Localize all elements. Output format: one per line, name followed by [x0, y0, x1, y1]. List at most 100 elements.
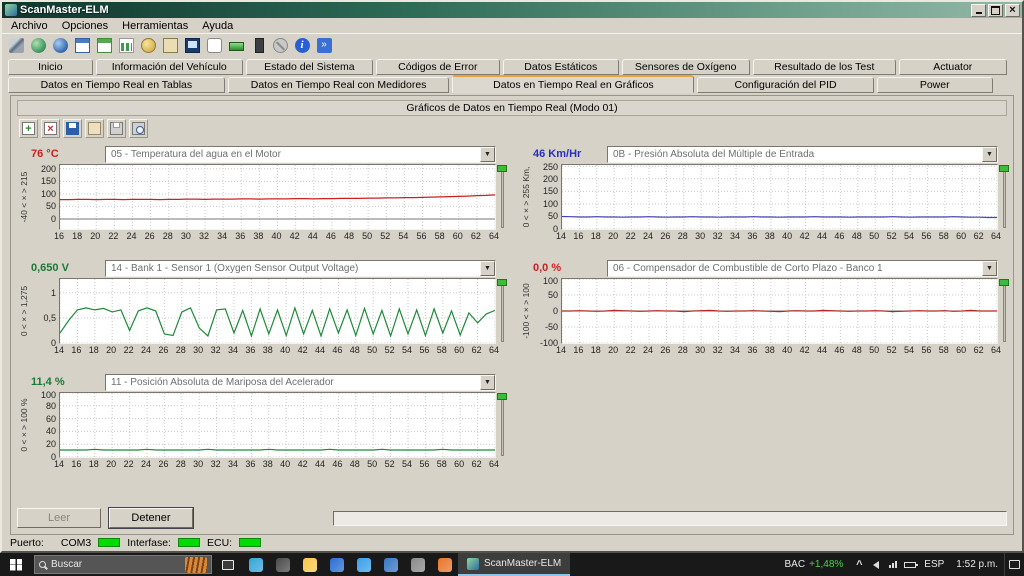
pid-selector[interactable]: 11 - Posición Absoluta de Mariposa del A…	[105, 373, 496, 391]
terminal-icon[interactable]	[182, 35, 202, 55]
pid-selector[interactable]: 06 - Compensador de Combustible de Corto…	[607, 259, 998, 277]
tab-power[interactable]: Power	[876, 77, 993, 93]
media-icon[interactable]	[431, 557, 458, 572]
slider-thumb[interactable]	[999, 279, 1009, 286]
zoom-slider[interactable]	[998, 164, 1011, 230]
device-icon[interactable]	[248, 35, 268, 55]
chevron-down-icon[interactable]	[480, 374, 495, 390]
tab-resultado-test[interactable]: Resultado de los Test	[752, 59, 896, 75]
chart-body: 0 < × > 100 % 0 20 40 60 80 100	[17, 390, 509, 462]
settings-icon[interactable]	[404, 557, 431, 572]
zoom-slider[interactable]	[496, 278, 509, 344]
zoom-slider[interactable]	[998, 278, 1011, 344]
menu-herramientas[interactable]: Herramientas	[115, 20, 195, 32]
mail-icon[interactable]	[350, 557, 377, 572]
axis-range-label: 0 < × > 100 %	[18, 398, 29, 452]
store-icon[interactable]	[323, 557, 350, 572]
menu-archivo[interactable]: Archivo	[4, 20, 55, 32]
photos-icon[interactable]	[377, 557, 404, 572]
edge-icon[interactable]	[242, 557, 269, 572]
widgets-icon[interactable]	[269, 557, 296, 572]
tab-informacion-vehiculo[interactable]: Información del Vehículo	[95, 59, 243, 75]
x-tick-label: 14	[555, 231, 566, 241]
stock-ticker[interactable]: BAC +1,48%	[777, 553, 852, 576]
zoom-slider[interactable]	[496, 392, 509, 458]
export-icon[interactable]	[85, 119, 104, 138]
chart-add-icon[interactable]	[19, 119, 38, 138]
graph-icon[interactable]	[116, 35, 136, 55]
x-tick-label: 36	[747, 345, 758, 355]
slider-thumb[interactable]	[497, 279, 507, 286]
scanmaster-task-button[interactable]: ScanMaster-ELM	[458, 553, 571, 576]
chart-panel-1: 76 °C 05 - Temperatura del agua en el Mo…	[17, 144, 509, 242]
globe-icon[interactable]	[28, 35, 48, 55]
money-icon[interactable]	[138, 35, 158, 55]
tab-sensores-oxigeno[interactable]: Sensores de Oxígeno	[621, 59, 750, 75]
tab-tiempo-real-graficos[interactable]: Datos en Tiempo Real en Gráficos	[452, 75, 695, 93]
chevron-down-icon[interactable]	[480, 260, 495, 276]
x-tick-label: 18	[88, 345, 99, 355]
port-led	[98, 538, 121, 547]
tab-tiempo-real-medidores[interactable]: Datos en Tiempo Real con Medidores	[227, 77, 450, 93]
search-input[interactable]: Buscar	[34, 555, 212, 574]
table-icon[interactable]	[72, 35, 92, 55]
x-tick-label: 52	[886, 345, 897, 355]
read-button[interactable]: Leer	[17, 508, 101, 528]
chat-icon[interactable]	[204, 35, 224, 55]
chart-panel-5: 11,4 % 11 - Posición Absoluta de Maripos…	[17, 372, 509, 470]
preview-icon[interactable]	[129, 119, 148, 138]
pid-selector[interactable]: 05 - Temperatura del agua en el Motor	[105, 145, 496, 163]
hidden-icons-caret[interactable]	[851, 553, 867, 576]
tab-inicio[interactable]: Inicio	[8, 59, 93, 75]
chevron-down-icon[interactable]	[982, 146, 997, 162]
minimize-button[interactable]	[971, 3, 986, 17]
tab-datos-estaticos[interactable]: Datos Estáticos	[502, 59, 619, 75]
connect-icon[interactable]	[50, 35, 70, 55]
info-icon[interactable]	[292, 35, 312, 55]
battery-icon[interactable]	[226, 35, 246, 55]
x-tick-label: 62	[470, 231, 481, 241]
x-tick-label: 50	[367, 345, 378, 355]
taskbar-clock[interactable]: 1:52 p.m.	[950, 553, 1004, 576]
network-icon[interactable]	[884, 553, 901, 576]
tab-codigos-error[interactable]: Códigos de Error	[375, 59, 500, 75]
chart-del-icon[interactable]	[41, 119, 60, 138]
x-tick-label: 48	[851, 231, 862, 241]
tab-estado-sistema[interactable]: Estado del Sistema	[245, 59, 373, 75]
x-tick-label: 50	[869, 231, 880, 241]
slider-thumb[interactable]	[999, 165, 1009, 172]
volume-icon[interactable]	[867, 553, 884, 576]
slider-thumb[interactable]	[497, 165, 507, 172]
chart-toolbar	[19, 119, 1013, 138]
x-tick-label: 38	[764, 345, 775, 355]
tab-tiempo-real-tablas[interactable]: Datos en Tiempo Real en Tablas	[8, 77, 225, 93]
start-button[interactable]	[0, 553, 32, 576]
language-indicator[interactable]: ESP	[918, 553, 950, 576]
tab-actuator[interactable]: Actuator	[898, 59, 1007, 75]
exit-icon[interactable]	[314, 35, 334, 55]
pid-selector[interactable]: 0B - Presión Absoluta del Múltiple de En…	[607, 145, 998, 163]
zoom-slider[interactable]	[496, 164, 509, 230]
menu-opciones[interactable]: Opciones	[55, 20, 115, 32]
close-button[interactable]	[1005, 3, 1020, 17]
gauges-icon[interactable]	[94, 35, 114, 55]
tools-icon[interactable]	[6, 35, 26, 55]
task-view-button[interactable]	[214, 553, 242, 576]
slider-thumb[interactable]	[497, 393, 507, 400]
search-highlight-image[interactable]	[185, 556, 207, 573]
tab-configuracion-pid[interactable]: Configuración del PID	[697, 77, 874, 93]
x-tick-label: 28	[162, 231, 173, 241]
chevron-down-icon[interactable]	[480, 146, 495, 162]
clipboard-icon[interactable]	[160, 35, 180, 55]
chevron-down-icon[interactable]	[982, 260, 997, 276]
menu-ayuda[interactable]: Ayuda	[195, 20, 240, 32]
stop-icon[interactable]	[270, 35, 290, 55]
explorer-icon[interactable]	[296, 557, 323, 572]
pid-selector[interactable]: 14 - Bank 1 - Sensor 1 (Oxygen Sensor Ou…	[105, 259, 496, 277]
restore-button[interactable]	[988, 3, 1003, 17]
stop-button[interactable]: Detener	[109, 508, 193, 528]
save-icon[interactable]	[63, 119, 82, 138]
battery-icon[interactable]	[901, 553, 918, 576]
notification-button[interactable]	[1004, 553, 1024, 576]
print-icon[interactable]	[107, 119, 126, 138]
